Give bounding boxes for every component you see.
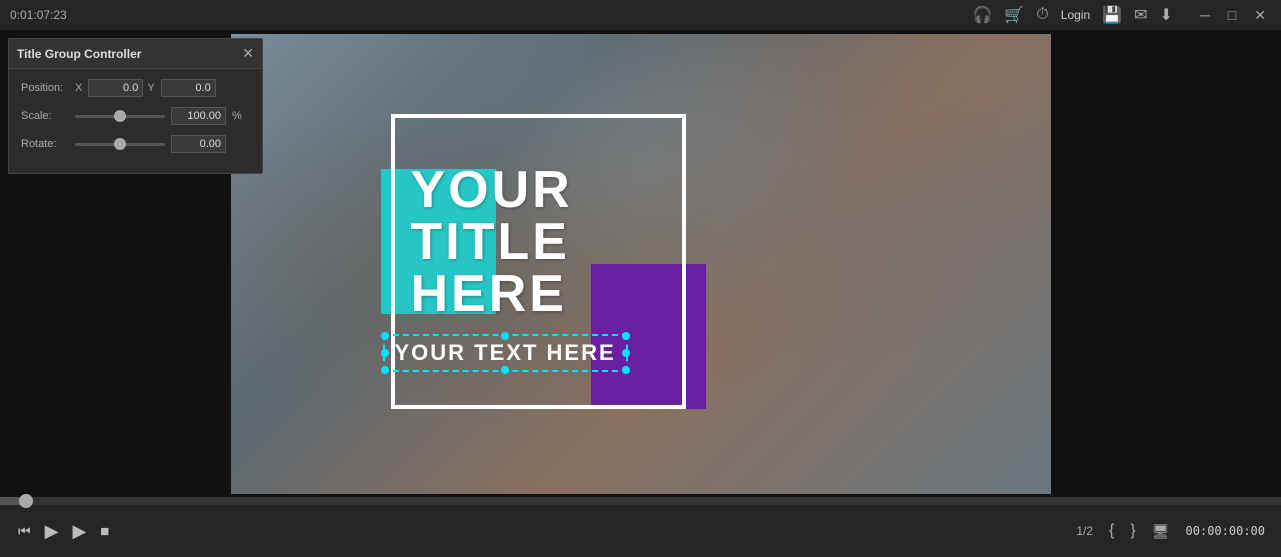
- controller-body: Position: X Y Scale: % Rotate:: [9, 69, 262, 173]
- handle-middle-right[interactable]: [622, 349, 630, 357]
- handle-bottom-middle[interactable]: [501, 366, 509, 374]
- playback-bar: ⏮ ▶ ▶ ⏹ 1/2 { } 🖥 00:00:00:00: [0, 497, 1281, 557]
- timecode-display: 00:00:00:00: [1186, 524, 1265, 538]
- headset-icon[interactable]: 🎧: [972, 5, 992, 25]
- monitor-button[interactable]: 🖥: [1152, 523, 1170, 540]
- position-x-input[interactable]: [88, 79, 143, 97]
- controller-panel: Title Group Controller ✕ Position: X Y S…: [8, 38, 263, 174]
- maximize-button[interactable]: □: [1223, 5, 1241, 26]
- subtitle-content: YOUR TEXT HERE: [395, 340, 616, 365]
- rotate-slider[interactable]: [75, 143, 165, 146]
- right-controls: 1/2 { } 🖥 00:00:00:00: [1076, 522, 1265, 540]
- subtitle-text[interactable]: YOUR TEXT HERE: [383, 334, 628, 372]
- cart-icon[interactable]: 🛒: [1004, 5, 1024, 25]
- playback-controls: ⏮ ▶ ▶ ⏹: [16, 519, 111, 544]
- window-controls: ─ □ ✕: [1195, 5, 1271, 26]
- handle-bottom-left[interactable]: [381, 366, 389, 374]
- scale-unit: %: [232, 110, 242, 122]
- scale-row: Scale: %: [21, 107, 250, 125]
- handle-bottom-right[interactable]: [622, 366, 630, 374]
- download-icon[interactable]: ⬇: [1159, 5, 1172, 25]
- main-title-text[interactable]: YOURTITLEHERE: [411, 164, 573, 320]
- position-label: Position:: [21, 82, 71, 94]
- page-indicator: 1/2: [1076, 524, 1093, 538]
- controller-close-button[interactable]: ✕: [242, 45, 254, 62]
- rotate-row: Rotate:: [21, 135, 250, 153]
- step-back-button[interactable]: ⏮: [16, 521, 33, 542]
- scale-slider-container: %: [75, 107, 250, 125]
- play-button[interactable]: ▶: [70, 519, 88, 544]
- rotate-input[interactable]: [171, 135, 226, 153]
- scale-slider[interactable]: [75, 115, 165, 118]
- clock-icon[interactable]: ⏱: [1036, 6, 1048, 24]
- x-label: X: [75, 82, 82, 94]
- controls-row: ⏮ ▶ ▶ ⏹ 1/2 { } 🖥 00:00:00:00: [0, 505, 1281, 557]
- position-row: Position: X Y: [21, 79, 250, 97]
- titlebar-icons: 🎧 🛒 ⏱ Login 💾 ✉ ⬇ ─ □ ✕: [972, 5, 1271, 26]
- handle-middle-left[interactable]: [381, 349, 389, 357]
- mail-icon[interactable]: ✉: [1134, 5, 1147, 25]
- stop-button[interactable]: ⏹: [98, 519, 111, 544]
- minimize-button[interactable]: ─: [1195, 5, 1215, 26]
- video-preview: YOURTITLEHERE YOUR TEXT HERE: [231, 34, 1051, 494]
- y-label: Y: [147, 82, 154, 94]
- save-icon[interactable]: 💾: [1102, 5, 1122, 25]
- handle-top-right[interactable]: [622, 332, 630, 340]
- scale-input[interactable]: [171, 107, 226, 125]
- position-y-input[interactable]: [161, 79, 216, 97]
- play-pause-button[interactable]: ▶: [43, 519, 61, 544]
- bracket-open-button[interactable]: {: [1109, 522, 1114, 540]
- progress-bar[interactable]: [0, 497, 1281, 505]
- handle-top-left[interactable]: [381, 332, 389, 340]
- login-button[interactable]: Login: [1061, 8, 1090, 22]
- close-button[interactable]: ✕: [1249, 5, 1271, 26]
- titlebar: 0:01:07:23 🎧 🛒 ⏱ Login 💾 ✉ ⬇ ─ □ ✕: [0, 0, 1281, 30]
- main-area: Title Group Controller ✕ Position: X Y S…: [0, 30, 1281, 497]
- rotate-label: Rotate:: [21, 138, 71, 150]
- titlebar-time: 0:01:07:23: [10, 8, 67, 22]
- handle-top-middle[interactable]: [501, 332, 509, 340]
- bracket-close-button[interactable]: }: [1130, 522, 1135, 540]
- subtitle-group[interactable]: YOUR TEXT HERE: [383, 334, 628, 372]
- scale-label: Scale:: [21, 110, 71, 122]
- rotate-slider-container: [75, 135, 250, 153]
- controller-title: Title Group Controller: [17, 47, 141, 61]
- progress-thumb[interactable]: [19, 494, 33, 508]
- controller-header: Title Group Controller ✕: [9, 39, 262, 69]
- title-group[interactable]: YOURTITLEHERE: [391, 114, 691, 429]
